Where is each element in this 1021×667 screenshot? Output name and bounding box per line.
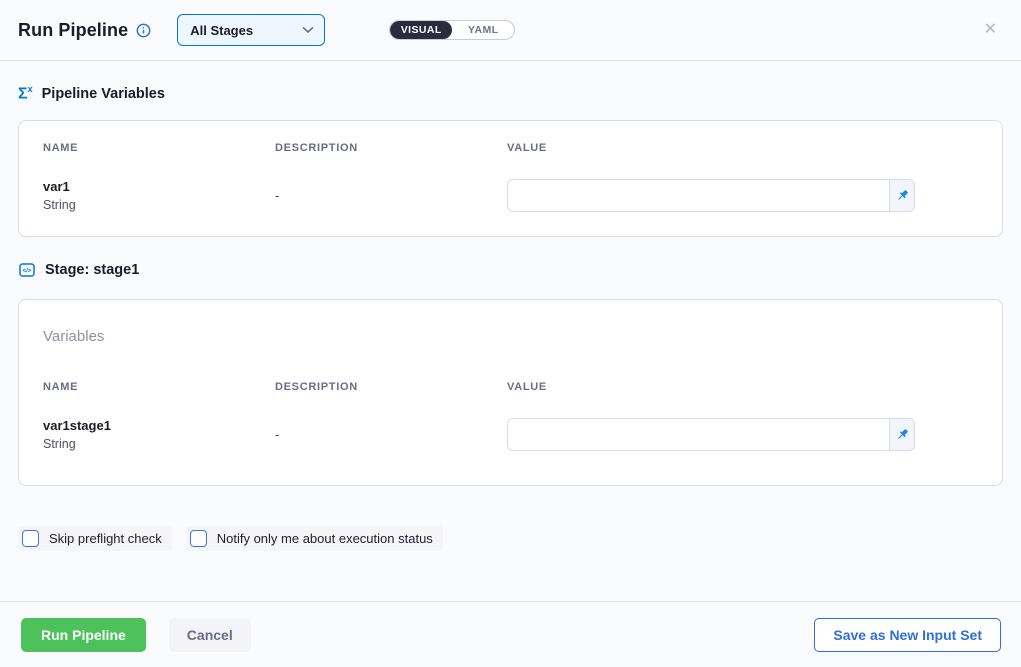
run-pipeline-modal: Run Pipeline All Stages VISUAL YAML ✕ Σx bbox=[0, 0, 1021, 667]
column-header-description: DESCRIPTION bbox=[275, 381, 507, 393]
pipeline-variables-table-header: NAME DESCRIPTION VALUE bbox=[43, 142, 978, 154]
notify-me-label: Notify only me about execution status bbox=[217, 531, 433, 546]
variable-value-group bbox=[507, 179, 915, 212]
visual-yaml-toggle: VISUAL YAML bbox=[389, 20, 515, 40]
column-header-value: VALUE bbox=[507, 142, 978, 154]
notify-me-checkbox[interactable] bbox=[190, 530, 207, 547]
variable-name: var1 bbox=[43, 179, 275, 194]
variable-name-cell: var1 String bbox=[43, 179, 275, 212]
variable-value-group bbox=[507, 418, 915, 451]
column-header-value: VALUE bbox=[507, 381, 978, 393]
modal-header: Run Pipeline All Stages VISUAL YAML ✕ bbox=[0, 0, 1021, 61]
notify-me-option[interactable]: Notify only me about execution status bbox=[186, 526, 443, 551]
stage-selector-dropdown[interactable]: All Stages bbox=[177, 14, 325, 46]
stage-title: Stage: stage1 bbox=[45, 262, 139, 278]
modal-footer: Run Pipeline Cancel Save as New Input Se… bbox=[0, 601, 1021, 667]
variable-description: - bbox=[275, 427, 507, 442]
stage-variables-card-title: Variables bbox=[43, 328, 978, 345]
table-row: var1stage1 String - bbox=[43, 418, 978, 451]
table-row: var1 String - bbox=[43, 179, 978, 212]
variable-name-cell: var1stage1 String bbox=[43, 418, 275, 451]
pipeline-variables-icon: Σx bbox=[18, 85, 33, 102]
close-icon[interactable]: ✕ bbox=[980, 18, 1001, 42]
pipeline-variables-title: Pipeline Variables bbox=[42, 86, 165, 102]
variable-value-input[interactable] bbox=[507, 179, 889, 212]
stage-selector-value: All Stages bbox=[190, 23, 302, 38]
variable-description: - bbox=[275, 188, 507, 203]
pin-icon[interactable] bbox=[889, 179, 915, 212]
stage-code-glyph: </> bbox=[23, 269, 32, 275]
column-header-name: NAME bbox=[43, 142, 275, 154]
pipeline-variables-card: NAME DESCRIPTION VALUE var1 String - bbox=[18, 120, 1003, 237]
stage-heading: </> Stage: stage1 bbox=[18, 261, 1003, 279]
stage-icon: </> bbox=[18, 261, 36, 279]
skip-preflight-option[interactable]: Skip preflight check bbox=[18, 526, 172, 551]
chevron-down-icon bbox=[302, 21, 314, 39]
modal-body: Σx Pipeline Variables NAME DESCRIPTION V… bbox=[0, 61, 1021, 601]
cancel-button[interactable]: Cancel bbox=[169, 618, 251, 652]
variable-type: String bbox=[43, 437, 275, 451]
skip-preflight-label: Skip preflight check bbox=[49, 531, 162, 546]
variable-type: String bbox=[43, 198, 275, 212]
info-icon[interactable] bbox=[136, 23, 151, 38]
column-header-description: DESCRIPTION bbox=[275, 142, 507, 154]
page-title: Run Pipeline bbox=[18, 20, 128, 41]
stage-variables-table-header: NAME DESCRIPTION VALUE bbox=[43, 381, 978, 393]
run-pipeline-button[interactable]: Run Pipeline bbox=[21, 618, 146, 652]
variable-name: var1stage1 bbox=[43, 418, 275, 433]
toggle-yaml[interactable]: YAML bbox=[452, 21, 514, 39]
skip-preflight-checkbox[interactable] bbox=[22, 530, 39, 547]
save-as-new-input-set-button[interactable]: Save as New Input Set bbox=[814, 618, 1001, 652]
pin-icon[interactable] bbox=[889, 418, 915, 451]
pipeline-variables-heading: Σx Pipeline Variables bbox=[18, 85, 1003, 102]
stage-variables-card: Variables NAME DESCRIPTION VALUE var1sta… bbox=[18, 299, 1003, 486]
column-header-name: NAME bbox=[43, 381, 275, 393]
toggle-visual[interactable]: VISUAL bbox=[390, 21, 452, 39]
variable-value-input[interactable] bbox=[507, 418, 889, 451]
run-options: Skip preflight check Notify only me abou… bbox=[18, 526, 1003, 551]
